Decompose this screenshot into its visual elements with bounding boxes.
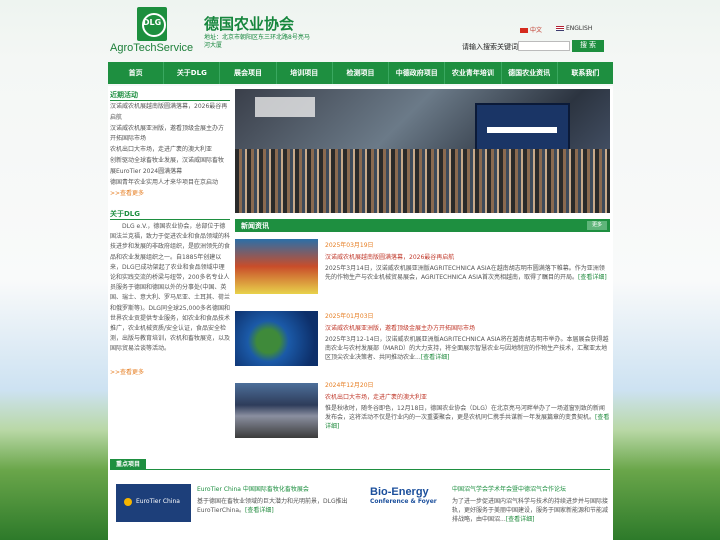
- news-thumbnail[interactable]: [235, 311, 318, 366]
- search-button[interactable]: 搜 索: [572, 40, 604, 52]
- news-headline[interactable]: 农机出口大市场，走进广袤的澳大利亚: [325, 392, 610, 401]
- logo-text: EuroTier China: [136, 498, 180, 505]
- news-detail-link[interactable]: [查看详细]: [421, 354, 450, 361]
- hero-banner-image[interactable]: [235, 89, 610, 213]
- recent-item[interactable]: 汉诺威农机展越南版圆满落幕，2026最谷再: [110, 102, 232, 113]
- news-thumbnail[interactable]: [235, 383, 318, 438]
- divider: [110, 219, 230, 220]
- nav-exhibitions[interactable]: 展会项目: [220, 62, 277, 84]
- news-date: 2025年03月19日: [325, 242, 374, 249]
- nav-about[interactable]: 关于DLG: [164, 62, 221, 84]
- highlight-title[interactable]: 中国沼气学会学术年会暨中德沼气合作论坛: [452, 484, 610, 493]
- news-title: 新闻资讯: [241, 222, 269, 230]
- highlights-title: 重点项目: [110, 459, 147, 470]
- nav-news[interactable]: 德国农业资讯: [502, 62, 558, 84]
- dlg-logo[interactable]: DLG: [137, 7, 167, 41]
- bioenergy-logo[interactable]: Bio-Energy Conference & Foyer: [370, 486, 446, 524]
- news-item: 2025年01月03日 汉诺威农机展亚洲版，邀看顶级金展主办方开拓国际市场 20…: [325, 311, 610, 362]
- highlight-title[interactable]: EuroTier China 中国国际畜牧化畜牧展会: [197, 484, 355, 493]
- news-summary: 2025年3月12-14日，汉诺威农机展亚洲版AGRITECHNICA ASIA…: [325, 336, 609, 361]
- logo-mark: [124, 498, 132, 506]
- news-summary: 2025年3月14日，汉诺威农机展亚洲版AGRITECHNICA ASIA在越南…: [325, 265, 605, 281]
- recent-item[interactable]: 创新驱动全球畜牧业发展，汉诺威国际畜牧: [110, 156, 232, 167]
- news-summary: 惟是秋收时，随冬谷即色，12月18日，德国农业协会（DLG）在北京亮马河畔举办了…: [325, 405, 605, 421]
- uk-flag-icon: [556, 26, 564, 31]
- recent-item[interactable]: 德国青年农业实用人才来华项目在京启动: [110, 178, 232, 189]
- recent-item[interactable]: 农机出口大市场，走进广袤的澳大利亚: [110, 145, 232, 156]
- about-text: DLG e.V.，德国农业协会，总部位于德国法兰克福，致力于促进农业和食品领域的…: [110, 223, 231, 353]
- recent-list: 汉诺威农机展越南版圆满落幕，2026最谷再 启航 汉诺威农机展亚洲版，邀看顶级金…: [110, 102, 232, 197]
- nav-training[interactable]: 培训项目: [277, 62, 333, 84]
- nav-testing[interactable]: 检测项目: [333, 62, 390, 84]
- news-date: 2025年01月03日: [325, 313, 374, 320]
- divider: [110, 100, 230, 101]
- news-headline[interactable]: 汉诺威农机展亚洲版，邀看顶级金展主办方开拓国际市场: [325, 323, 610, 332]
- banner-crowd: [235, 149, 610, 213]
- news-item: 2024年12月20日 农机出口大市场，走进广袤的澳大利亚 惟是秋收时，随冬谷即…: [325, 380, 610, 431]
- nav-contact[interactable]: 联系我们: [558, 62, 613, 84]
- news-item: 2025年03月19日 汉诺威农机展越南版圆满落幕，2026最谷再启航 2025…: [325, 240, 610, 282]
- recent-item[interactable]: 展EuroTier 2024圆满落幕: [110, 167, 232, 178]
- highlights-header: 重点项目: [110, 459, 610, 470]
- china-flag-icon: [520, 28, 528, 33]
- site-title: 德国农业协会: [204, 15, 295, 33]
- recent-item[interactable]: 汉诺威农机展亚洲版，邀看顶级金展主办方: [110, 124, 232, 135]
- recent-more-link[interactable]: >>查看更多: [110, 188, 232, 197]
- brand-name: AgroTechService: [110, 42, 194, 54]
- about-title: 关于DLG: [110, 210, 141, 218]
- logo-text: DLG: [142, 18, 162, 27]
- nav-youth[interactable]: 农业青年培训: [445, 62, 502, 84]
- nav-home[interactable]: 首页: [108, 62, 165, 84]
- about-more-link[interactable]: >>查看更多: [110, 367, 144, 376]
- news-detail-link[interactable]: [查看详细]: [578, 274, 607, 281]
- nav-gov-projects[interactable]: 中德政府项目: [389, 62, 446, 84]
- recent-item[interactable]: 开拓国际市场: [110, 134, 232, 145]
- banner-sign: [255, 97, 315, 117]
- news-date: 2024年12月20日: [325, 382, 374, 389]
- highlight-item: 中国沼气学会学术年会暨中德沼气合作论坛 为了进一步促进国内沼气科学与技术的持续进…: [452, 484, 610, 524]
- logo-subtext: Conference & Foyer: [370, 498, 437, 505]
- lang-cn-link[interactable]: 中文: [520, 25, 542, 34]
- news-header: 新闻资讯 更多: [235, 219, 610, 232]
- address: 地址：北京市朝阳区东三环北路8号亮马河大厦: [204, 34, 310, 49]
- lang-en-link[interactable]: ENGLISH: [556, 25, 592, 32]
- highlight-item: EuroTier China 中国国际畜牧化畜牧展会 基于德国在畜牧业领域的巨大…: [197, 484, 355, 515]
- highlight-detail-link[interactable]: [查看详细]: [245, 507, 274, 514]
- search-label: 请输入搜索关键词: [462, 43, 518, 51]
- recent-title: 近期活动: [110, 91, 138, 99]
- news-headline[interactable]: 汉诺威农机展越南版圆满落幕，2026最谷再启航: [325, 252, 610, 261]
- highlight-detail-link[interactable]: [查看详细]: [506, 516, 535, 523]
- news-thumbnail[interactable]: [235, 239, 318, 294]
- main-nav: 首页 关于DLG 展会项目 培训项目 检测项目 中德政府项目 农业青年培训 德国…: [108, 62, 613, 84]
- logo-text: Bio-Energy: [370, 486, 429, 498]
- news-more-button[interactable]: 更多: [587, 221, 607, 230]
- search-input[interactable]: [518, 41, 570, 51]
- eurotier-logo[interactable]: EuroTier China: [116, 484, 191, 522]
- recent-item[interactable]: 启航: [110, 113, 232, 124]
